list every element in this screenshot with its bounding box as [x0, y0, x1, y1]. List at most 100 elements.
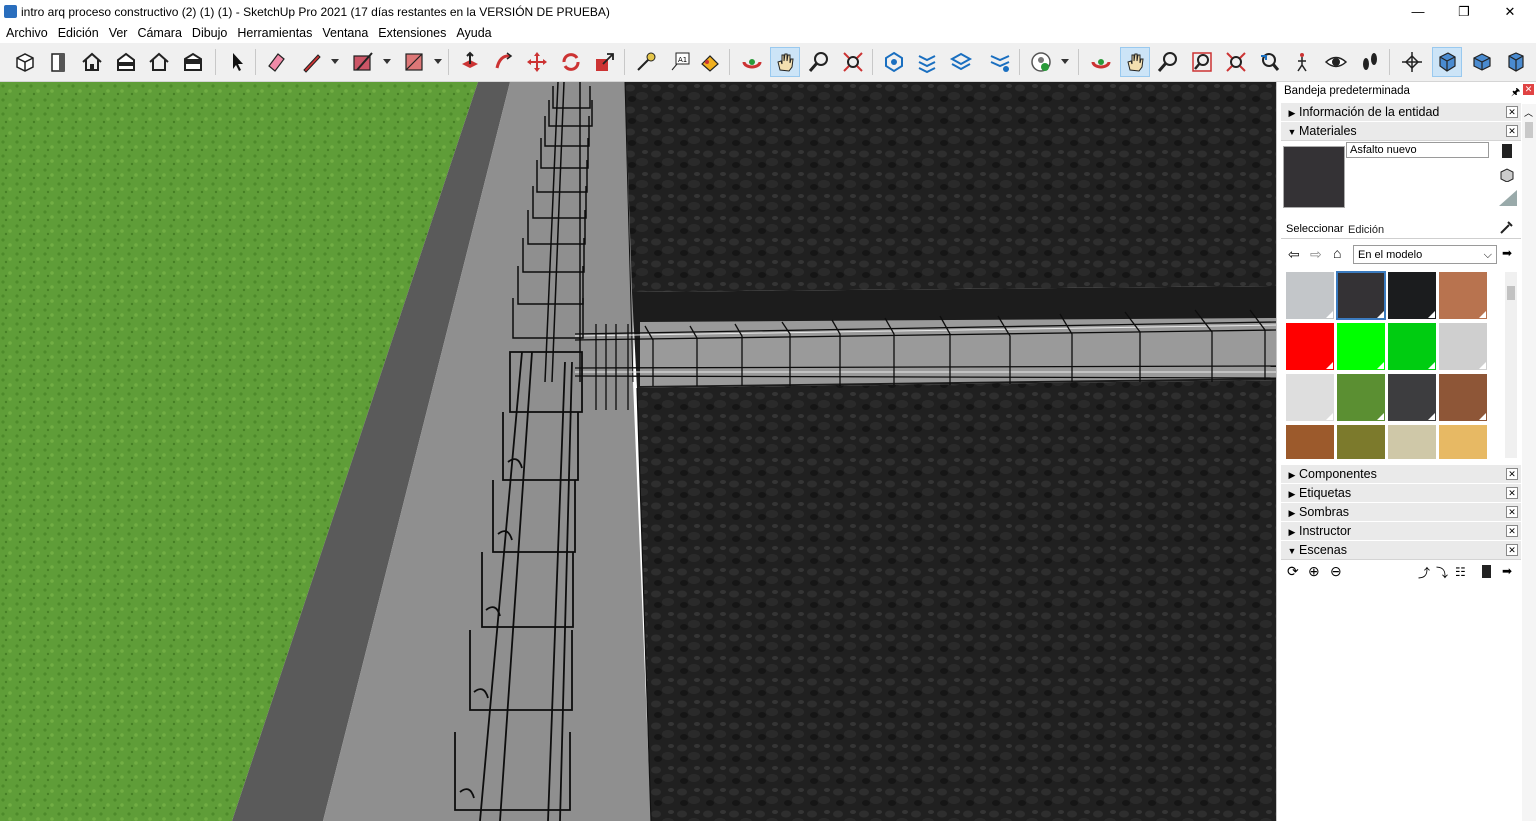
display-secondary-icon[interactable]: [1502, 144, 1512, 158]
walk-footprints-icon[interactable]: [1355, 47, 1385, 77]
shape-dropdown-arrow[interactable]: [383, 59, 391, 64]
swatch-scrollbar[interactable]: [1505, 272, 1517, 458]
rectangle-icon[interactable]: [399, 47, 429, 77]
text-label-icon[interactable]: A1: [665, 47, 695, 77]
perspective-view-icon[interactable]: [1432, 47, 1462, 77]
add-scene-icon[interactable]: ⊕: [1308, 563, 1320, 580]
close-panel-icon[interactable]: ✕: [1506, 106, 1518, 118]
close-panel-icon[interactable]: ✕: [1506, 506, 1518, 518]
two-point-perspective-icon[interactable]: [1501, 47, 1531, 77]
paint-bucket-icon[interactable]: [695, 47, 725, 77]
panel-components[interactable]: ▶ Componentes ✕: [1281, 464, 1521, 484]
material-swatch[interactable]: [1337, 323, 1385, 370]
menu-herramientas[interactable]: Herramientas: [232, 24, 317, 43]
menu-edicion[interactable]: Edición: [53, 24, 104, 43]
close-panel-icon[interactable]: ✕: [1506, 487, 1518, 499]
3d-warehouse-icon[interactable]: [879, 47, 909, 77]
menu-ayuda[interactable]: Ayuda: [451, 24, 496, 43]
pan-hand-icon[interactable]: [770, 47, 800, 77]
material-swatch[interactable]: [1286, 425, 1334, 459]
material-swatch[interactable]: [1337, 425, 1385, 459]
close-panel-icon[interactable]: ✕: [1506, 544, 1518, 556]
orbit-2-icon[interactable]: [1086, 47, 1116, 77]
front-view-icon[interactable]: [77, 47, 107, 77]
close-window-button[interactable]: ✕: [1487, 0, 1533, 24]
eraser-icon[interactable]: [261, 47, 291, 77]
layout-icon[interactable]: [946, 47, 976, 77]
panel-materials[interactable]: ▼ Materiales ✕: [1281, 121, 1521, 141]
close-panel-icon[interactable]: ✕: [1506, 525, 1518, 537]
material-swatch[interactable]: [1388, 425, 1436, 459]
rectangle-dropdown-arrow[interactable]: [434, 59, 442, 64]
menu-ventana[interactable]: Ventana: [317, 24, 373, 43]
account-profile-icon[interactable]: [1026, 47, 1056, 77]
left-view-icon[interactable]: [178, 47, 208, 77]
material-swatch[interactable]: [1337, 374, 1385, 421]
close-panel-icon[interactable]: ✕: [1506, 468, 1518, 480]
extension-manager-icon[interactable]: [985, 47, 1015, 77]
zoom-icon[interactable]: [804, 47, 834, 77]
shape-pen-icon[interactable]: [348, 47, 378, 77]
menu-dibujo[interactable]: Dibujo: [187, 24, 232, 43]
material-swatch[interactable]: [1439, 272, 1487, 319]
material-swatch[interactable]: [1439, 323, 1487, 370]
menu-extensiones[interactable]: Extensiones: [373, 24, 451, 43]
close-panel-icon[interactable]: ✕: [1506, 125, 1518, 137]
sample-paint-icon[interactable]: [1499, 190, 1517, 206]
material-swatch[interactable]: [1439, 425, 1487, 459]
tab-seleccionar[interactable]: Seleccionar: [1286, 223, 1343, 235]
scrollbar-thumb[interactable]: [1507, 286, 1515, 300]
move-icon[interactable]: [522, 47, 552, 77]
tray-scrollbar[interactable]: ︿: [1522, 104, 1536, 821]
move-down-icon[interactable]: ⤵: [1436, 564, 1448, 581]
material-name-field[interactable]: [1346, 142, 1489, 158]
look-around-eye-icon[interactable]: [1321, 47, 1351, 77]
push-pull-icon[interactable]: [455, 47, 485, 77]
material-swatch[interactable]: [1388, 374, 1436, 421]
tray-close-icon[interactable]: ✕: [1523, 84, 1534, 95]
zoom-extents-icon[interactable]: [838, 47, 868, 77]
tray-scrollbar-thumb[interactable]: [1525, 122, 1533, 138]
panel-instructor[interactable]: ▶ Instructor ✕: [1281, 521, 1521, 541]
menu-camara[interactable]: Cámara: [132, 24, 186, 43]
material-swatch[interactable]: [1286, 272, 1334, 319]
previous-view-icon[interactable]: [1254, 47, 1284, 77]
account-dropdown-arrow[interactable]: [1061, 59, 1069, 64]
material-swatch[interactable]: [1286, 374, 1334, 421]
panel-tags[interactable]: ▶ Etiquetas ✕: [1281, 483, 1521, 503]
follow-me-icon[interactable]: [489, 47, 519, 77]
view-options-icon[interactable]: ☷: [1455, 565, 1466, 579]
tape-measure-icon[interactable]: [631, 47, 661, 77]
move-up-icon[interactable]: ⤴: [1418, 564, 1430, 581]
minimize-button[interactable]: —: [1395, 0, 1441, 24]
iso-view-icon[interactable]: [10, 47, 40, 77]
zoom-extents-2-icon[interactable]: [1221, 47, 1251, 77]
right-view-icon[interactable]: [111, 47, 141, 77]
panel-shadows[interactable]: ▶ Sombras ✕: [1281, 502, 1521, 522]
create-material-icon[interactable]: [1499, 168, 1515, 183]
panel-scenes[interactable]: ▼ Escenas ✕: [1281, 540, 1521, 560]
menu-archivo[interactable]: Archivo: [0, 24, 53, 43]
pan-hand-2-icon[interactable]: [1120, 47, 1150, 77]
material-swatch[interactable]: [1336, 271, 1386, 320]
home-icon[interactable]: ⌂: [1333, 245, 1341, 261]
material-swatch[interactable]: [1388, 323, 1436, 370]
eyedropper-icon[interactable]: [1499, 219, 1515, 235]
scroll-up-icon[interactable]: ︿: [1524, 106, 1533, 119]
scene-details-arrow-icon[interactable]: ➡: [1502, 564, 1512, 578]
material-swatch[interactable]: [1388, 272, 1436, 319]
library-select[interactable]: En el modelo ⌵: [1353, 245, 1497, 264]
parallel-projection-icon[interactable]: [1467, 47, 1497, 77]
back-view-icon[interactable]: [144, 47, 174, 77]
select-arrow-icon[interactable]: [222, 47, 252, 77]
position-camera-icon[interactable]: [1287, 47, 1317, 77]
forward-arrow-icon[interactable]: ⇨: [1310, 246, 1322, 263]
refresh-icon[interactable]: ⟳: [1287, 563, 1299, 580]
material-swatch[interactable]: [1286, 323, 1334, 370]
zoom-window-icon[interactable]: [1187, 47, 1217, 77]
extension-warehouse-icon[interactable]: [912, 47, 942, 77]
rotate-icon[interactable]: [556, 47, 586, 77]
pencil-line-icon[interactable]: [297, 47, 327, 77]
axes-icon[interactable]: [1397, 47, 1427, 77]
zoom-2-icon[interactable]: [1153, 47, 1183, 77]
